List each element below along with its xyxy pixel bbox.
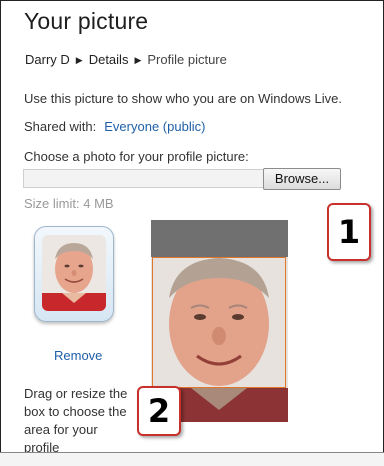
upload-prompt: Choose a photo for your profile picture: (24, 149, 249, 164)
breadcrumb-item-details[interactable]: Details (89, 52, 129, 67)
page-title: Your picture (24, 8, 149, 34)
crop-selection-box[interactable] (152, 257, 286, 388)
profile-thumbnail-image (42, 235, 106, 311)
description-text: Use this picture to show who you are on … (24, 91, 342, 106)
browse-button[interactable]: Browse... (263, 168, 341, 190)
shared-with-label: Shared with: (24, 119, 97, 134)
triangle-right-icon: ▶ (134, 55, 142, 65)
triangle-right-icon: ▶ (75, 55, 83, 65)
file-path-input[interactable] (23, 169, 263, 188)
callout-1: 1 (327, 203, 371, 261)
size-limit-text: Size limit: 4 MB (24, 196, 114, 211)
shared-with-row: Shared with: Everyone (public) (24, 119, 205, 134)
bottom-edge (0, 452, 384, 466)
crop-help-text: Drag or resize the box to choose the are… (24, 386, 128, 455)
divider (0, 452, 384, 453)
profile-thumbnail (34, 226, 114, 322)
breadcrumb: Darry D ▶ Details ▶ Profile picture (25, 52, 227, 67)
shared-with-link[interactable]: Everyone (public) (104, 119, 205, 134)
remove-link[interactable]: Remove (54, 348, 102, 363)
callout-2: 2 (137, 386, 181, 436)
breadcrumb-item-current: Profile picture (147, 52, 227, 67)
breadcrumb-item-user[interactable]: Darry D (25, 52, 70, 67)
